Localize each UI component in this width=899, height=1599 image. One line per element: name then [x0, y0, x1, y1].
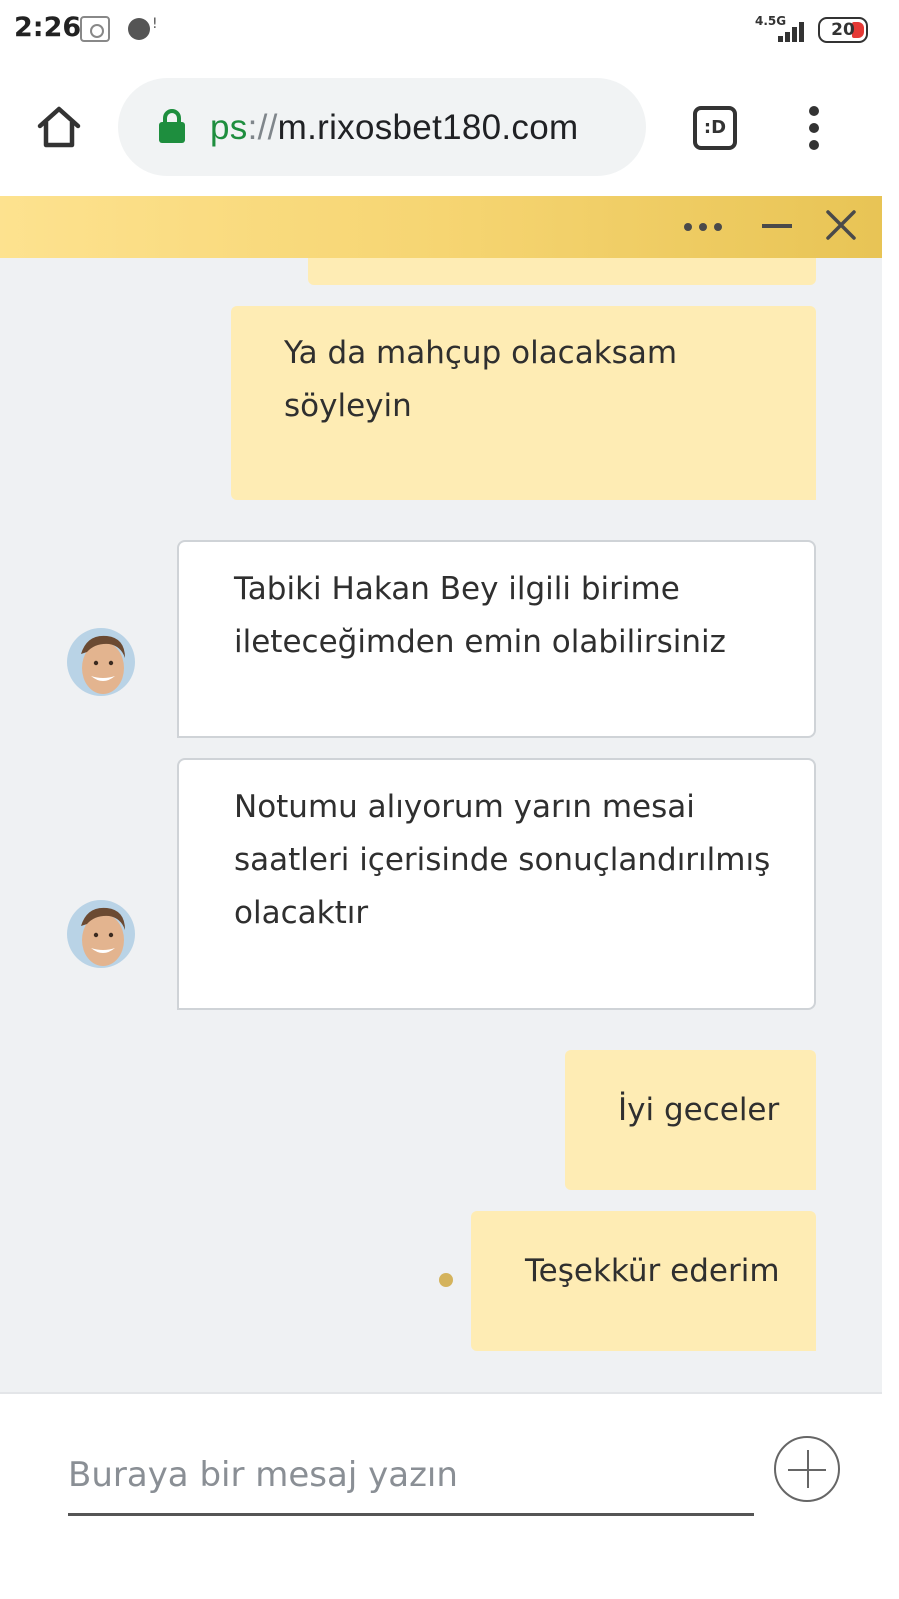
address-bar[interactable]: ps://m.rixosbet180.com — [118, 78, 646, 176]
message-text: ileteceğimden emin olabilirsiniz — [234, 624, 726, 660]
status-time: 2:26 — [14, 12, 82, 43]
lock-icon — [158, 108, 186, 144]
message-text: İyi geceler — [618, 1092, 780, 1128]
battery-level: 20 — [831, 20, 855, 40]
chat-messages[interactable]: Ya da mahçup olacaksam söyleyin Tabiki H… — [0, 258, 882, 1392]
message-text: Teşekkür ederim — [525, 1253, 780, 1289]
message-text: saatleri içerisinde sonuçlandırılmış — [234, 842, 771, 878]
more-vert-icon[interactable] — [808, 106, 820, 150]
battery-icon: 20 — [818, 17, 868, 43]
message-text: Notumu alıyorum yarın mesai — [234, 789, 695, 825]
url-text: ps://m.rixosbet180.com — [210, 108, 578, 148]
message-text: Ya da mahçup olacaksam — [284, 335, 678, 371]
url-separator: :// — [247, 108, 278, 147]
url-host: m.rixosbet180.com — [277, 108, 579, 147]
browser-toolbar: ps://m.rixosbet180.com :D — [0, 60, 899, 196]
radio-icon — [80, 16, 110, 42]
url-scheme: ps — [210, 108, 248, 147]
chat-header — [0, 196, 882, 258]
minimize-icon[interactable] — [762, 224, 792, 228]
home-icon[interactable] — [36, 104, 82, 150]
agent-avatar — [67, 900, 135, 968]
agent-message-bubble: Notumu alıyorum yarın mesai saatleri içe… — [177, 758, 816, 1010]
message-input[interactable] — [68, 1436, 754, 1516]
notification-icon — [128, 16, 158, 40]
more-horiz-icon[interactable] — [684, 223, 724, 231]
message-text: söyleyin — [284, 388, 412, 424]
close-icon[interactable] — [826, 210, 856, 240]
sending-indicator — [439, 1273, 453, 1287]
add-icon[interactable] — [774, 1436, 840, 1502]
tabs-icon[interactable]: :D — [693, 106, 737, 150]
user-message-bubble: Teşekkür ederim — [471, 1211, 816, 1351]
user-message-bubble: Ya da mahçup olacaksam söyleyin — [231, 306, 816, 500]
user-message-bubble: İyi geceler — [565, 1050, 816, 1190]
composer — [0, 1392, 882, 1599]
agent-avatar — [67, 628, 135, 696]
status-bar: 2:26 4.5G 20 — [0, 0, 899, 60]
agent-message-bubble: Tabiki Hakan Bey ilgili birime ileteceği… — [177, 540, 816, 738]
message-text: Tabiki Hakan Bey ilgili birime — [234, 571, 680, 607]
signal-icon — [770, 18, 806, 42]
message-text: olacaktır — [234, 895, 369, 931]
previous-message-bubble — [308, 258, 816, 285]
